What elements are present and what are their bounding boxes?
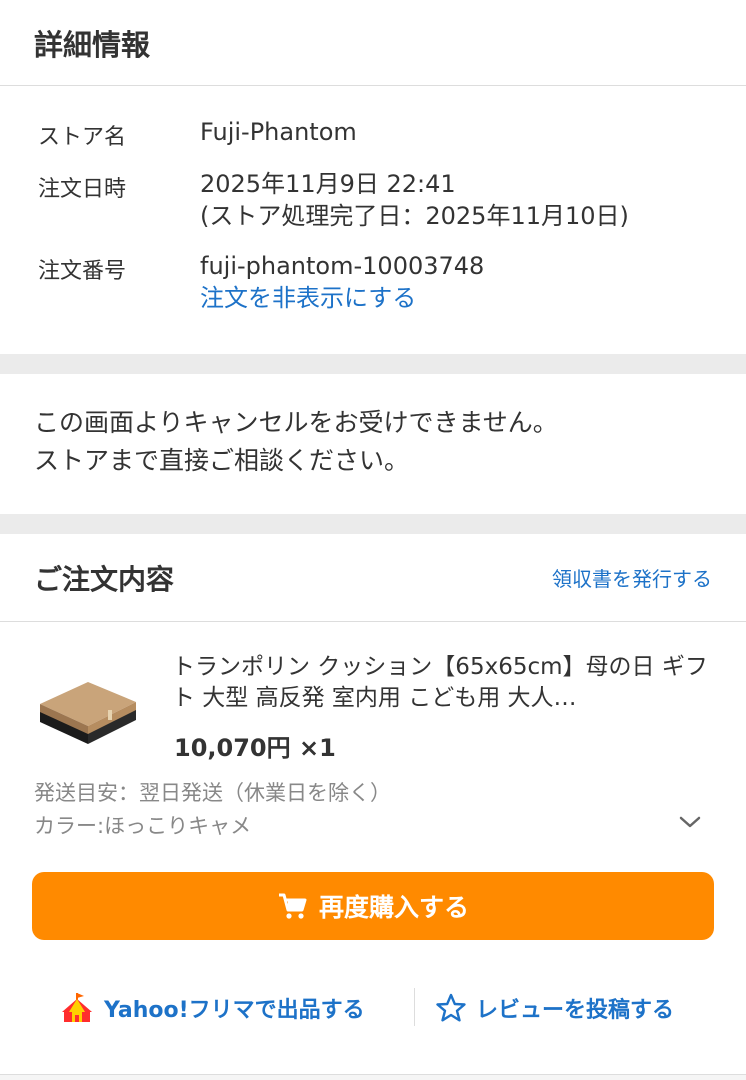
- cart-icon: [278, 893, 307, 919]
- review-label: レビューを投稿する: [476, 998, 675, 1023]
- date-row: 注文日時 2025年11月9日 22:41 (ストア処理完了日：2025年11月…: [38, 168, 746, 232]
- bottom-divider: [0, 1074, 746, 1080]
- shipping-estimate: 発送目安：翌日発送（休業日を除く）: [34, 781, 391, 805]
- flea-market-button[interactable]: Yahoo!フリマで出品する: [60, 992, 365, 1024]
- store-name-link[interactable]: Fuji-Phantom: [200, 116, 357, 151]
- tent-icon: [62, 993, 92, 1022]
- write-review-button[interactable]: レビューを投稿する: [436, 992, 674, 1024]
- date-label: 注文日時: [38, 177, 127, 202]
- receipt-link[interactable]: 領収書を発行する: [552, 563, 712, 592]
- notice-line-1: この画面よりキャンセルをお受けできません。: [34, 408, 558, 437]
- item-price: 10,070円 ×1: [174, 734, 336, 762]
- section-divider: [0, 514, 746, 534]
- details-header: 詳細情報: [0, 0, 746, 86]
- star-icon: [436, 993, 466, 1022]
- buy-again-button[interactable]: 再度購入する: [32, 872, 714, 940]
- title-fade: [172, 712, 720, 724]
- store-row: ストア名 Fuji-Phantom: [38, 116, 746, 151]
- date-value-block: 2025年11月9日 22:41 (ストア処理完了日：2025年11月10日): [200, 168, 629, 232]
- item-title-text: トランポリン クッション【65x65cm】母の日 ギフト 大型 高反発 室内用 …: [172, 654, 708, 711]
- order-date: 2025年11月9日 22:41: [200, 170, 456, 198]
- processed-date: (ストア処理完了日：2025年11月10日): [200, 202, 629, 230]
- buy-again-label: 再度購入する: [318, 893, 469, 922]
- flea-market-label: Yahoo!フリマで出品する: [104, 998, 365, 1023]
- order-number-row: 注文番号 fuji-phantom-10003748 注文を非表示にする: [38, 250, 746, 314]
- store-label: ストア名: [38, 125, 127, 150]
- details-section: ストア名 Fuji-Phantom 注文日時 2025年11月9日 22:41 …: [0, 86, 746, 354]
- cancel-notice: この画面よりキャンセルをお受けできません。 ストアまで直接ご相談ください。: [0, 374, 746, 514]
- item-actions: Yahoo!フリマで出品する レビューを投稿する: [0, 980, 746, 1034]
- action-divider: [414, 988, 415, 1026]
- order-title: ご注文内容: [34, 562, 175, 596]
- order-number-block: fuji-phantom-10003748 注文を非表示にする: [200, 250, 484, 314]
- details-title: 詳細情報: [34, 27, 151, 62]
- product-cushion-image: [40, 682, 136, 744]
- order-number: fuji-phantom-10003748: [200, 252, 485, 280]
- chevron-down-icon[interactable]: [678, 814, 702, 834]
- order-number-label: 注文番号: [38, 259, 127, 284]
- order-header: ご注文内容 領収書を発行する: [0, 534, 746, 622]
- hide-order-link[interactable]: 注文を非表示にする: [200, 282, 484, 314]
- section-divider: [0, 354, 746, 374]
- product-image[interactable]: [38, 676, 138, 750]
- item-title[interactable]: トランポリン クッション【65x65cm】母の日 ギフト 大型 高反発 室内用 …: [172, 652, 720, 724]
- notice-line-2: ストアまで直接ご相談ください。: [34, 446, 410, 475]
- item-color: カラー:ほっこりキャメ: [34, 814, 252, 838]
